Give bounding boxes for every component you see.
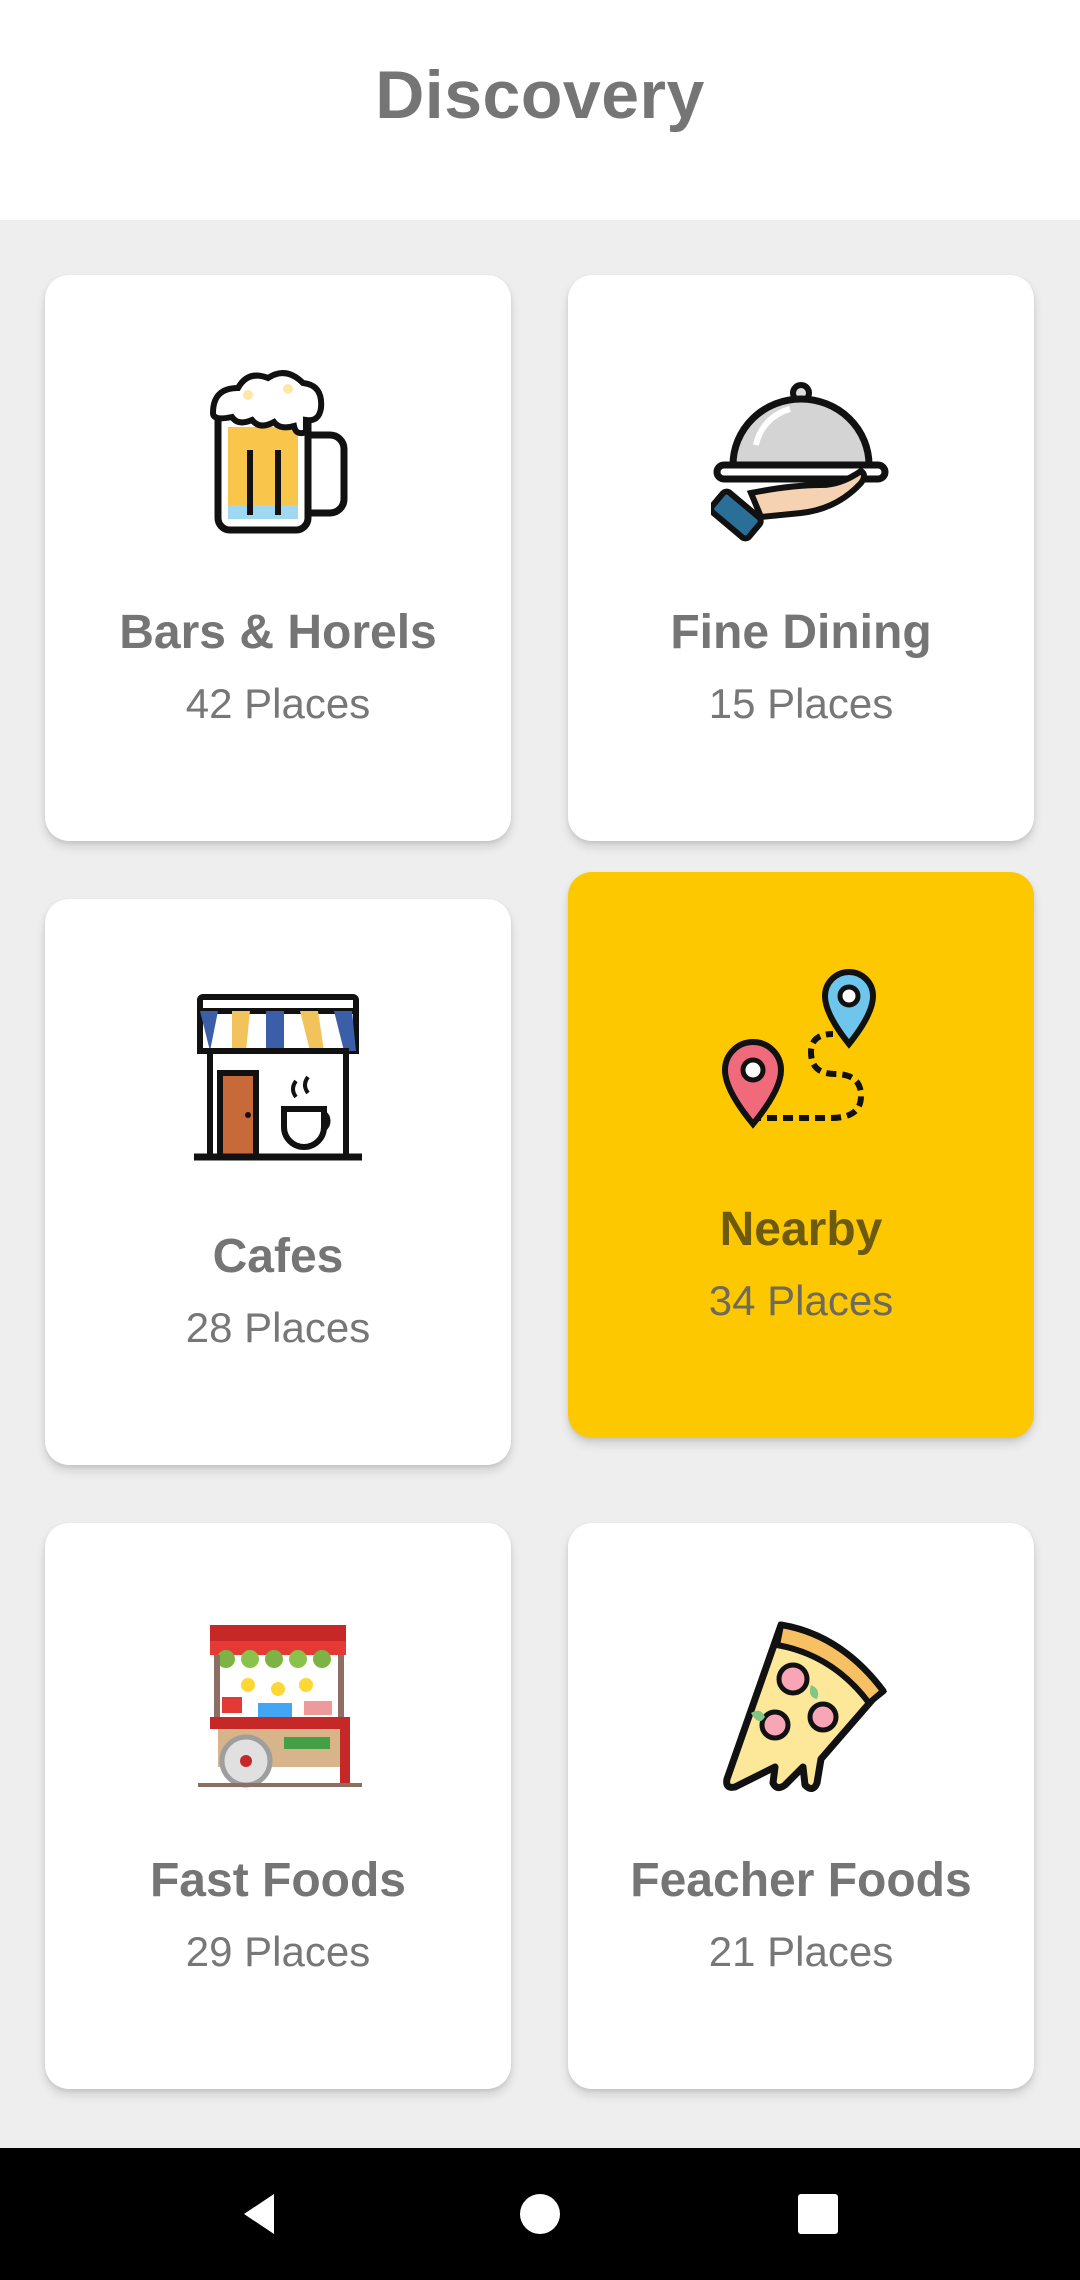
- category-count: 28 Places: [185, 1304, 371, 1351]
- category-title: Nearby: [719, 1203, 883, 1256]
- category-grid: Bars & Horels 42 Places Fine Dining 15 P…: [0, 220, 1080, 2148]
- category-card-fine-dining[interactable]: Fine Dining 15 Places: [568, 275, 1034, 841]
- category-card-feacher-foods[interactable]: Feacher Foods 21 Places: [568, 1523, 1034, 2089]
- app-header: Discovery: [0, 0, 1080, 220]
- category-card-cafes[interactable]: Cafes 28 Places: [45, 899, 511, 1465]
- recents-icon[interactable]: [788, 2184, 848, 2244]
- category-count: 34 Places: [708, 1277, 894, 1324]
- serving-cloche-icon: [711, 382, 889, 542]
- category-title: Fine Dining: [670, 606, 932, 659]
- system-navigation-bar: [0, 2148, 1080, 2280]
- category-title: Cafes: [212, 1230, 344, 1283]
- category-count: 42 Places: [185, 680, 371, 727]
- category-card-bars[interactable]: Bars & Horels 42 Places: [45, 275, 511, 841]
- food-cart-icon: [198, 1625, 362, 1788]
- home-icon[interactable]: [510, 2184, 570, 2244]
- category-count: 21 Places: [708, 1928, 894, 1975]
- pizza-slice-icon: [723, 1621, 888, 1792]
- category-title: Bars & Horels: [119, 606, 437, 659]
- beer-mug-icon: [209, 370, 348, 534]
- category-title: Fast Foods: [149, 1854, 406, 1907]
- map-route-pins-icon: [721, 968, 877, 1129]
- page-title: Discovery: [375, 57, 705, 133]
- back-icon[interactable]: [230, 2184, 290, 2244]
- category-card-fast-foods[interactable]: Fast Foods 29 Places: [45, 1523, 511, 2089]
- category-count: 15 Places: [708, 680, 894, 727]
- cafe-storefront-icon: [194, 994, 362, 1161]
- category-count: 29 Places: [185, 1928, 371, 1975]
- category-card-nearby[interactable]: Nearby 34 Places: [568, 872, 1034, 1438]
- category-title: Feacher Foods: [630, 1854, 972, 1907]
